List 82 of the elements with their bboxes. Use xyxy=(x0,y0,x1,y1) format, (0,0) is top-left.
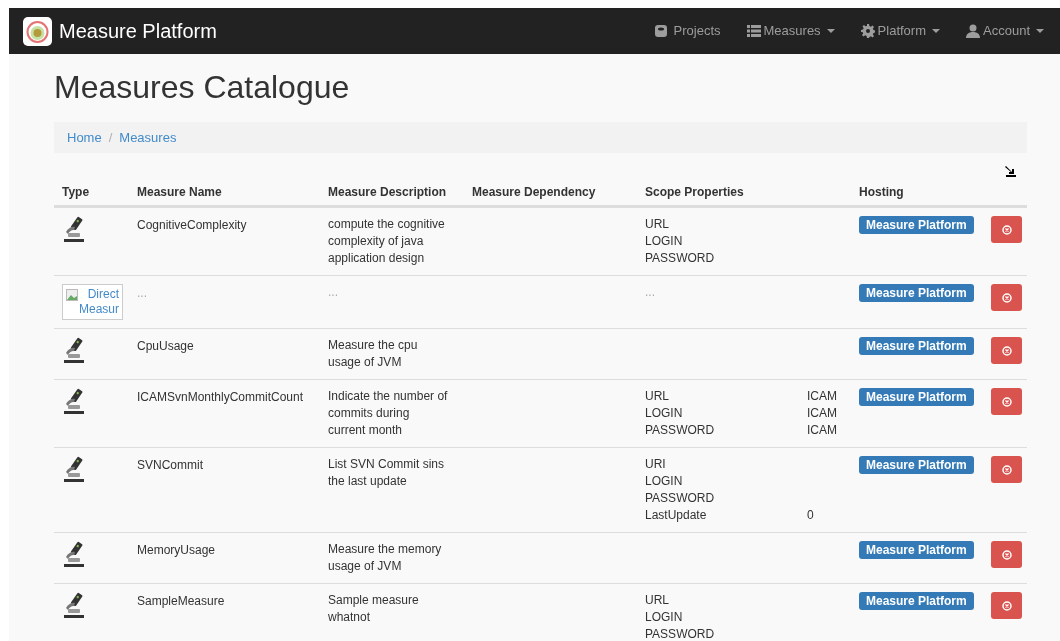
scope-property: PASSWORD xyxy=(645,250,716,267)
remove-icon xyxy=(1001,600,1012,611)
column-header: Hosting xyxy=(858,184,905,201)
scope-property: PASSWORD xyxy=(645,626,716,641)
column-header: Measure Dependency xyxy=(471,184,597,201)
remove-icon xyxy=(1001,292,1012,303)
measure-description: ... xyxy=(328,284,339,301)
microscope-icon xyxy=(62,592,86,620)
list-icon xyxy=(746,24,761,38)
measure-name: ... xyxy=(137,286,147,300)
measure-description: compute the cognitive complexity of java application design xyxy=(328,216,446,267)
remove-icon xyxy=(1001,396,1012,407)
nav-link[interactable]: Account xyxy=(966,21,1044,41)
measure-name: SampleMeasure xyxy=(137,594,225,608)
microscope-icon xyxy=(62,216,86,244)
microscope-icon xyxy=(62,541,86,569)
hosting-badge: Measure Platform xyxy=(859,216,974,234)
drive-icon xyxy=(653,24,668,38)
scope-property: LastUpdate xyxy=(645,507,708,524)
breadcrumb-separator: / xyxy=(108,128,113,147)
delete-button[interactable] xyxy=(991,388,1022,415)
measure-description: Measure the cpu usage of JVM xyxy=(328,337,419,371)
hosting-badge: Measure Platform xyxy=(859,592,974,610)
nav-link[interactable]: Measures xyxy=(746,21,835,41)
scope-value: ICAM xyxy=(807,388,837,405)
nav-link[interactable]: Projects xyxy=(653,21,721,41)
scope-property: URI xyxy=(645,456,667,473)
remove-icon xyxy=(1001,224,1012,235)
delete-button[interactable] xyxy=(991,592,1022,619)
microscope-icon xyxy=(62,456,86,484)
logo-icon[interactable] xyxy=(23,16,52,46)
measure-description: Measure the memory usage of JVM xyxy=(328,541,443,575)
download-icon[interactable] xyxy=(1005,165,1017,177)
gear-icon xyxy=(860,24,875,38)
hosting-badge: Measure Platform xyxy=(859,284,974,302)
scope-property: LOGIN xyxy=(645,405,684,422)
scope-property: PASSWORD xyxy=(645,490,716,507)
column-header: Measure Description xyxy=(327,184,448,201)
delete-button[interactable] xyxy=(991,456,1022,483)
scope-property: PASSWORD xyxy=(645,422,716,439)
microscope-icon xyxy=(62,388,86,416)
microscope-icon xyxy=(62,337,86,365)
scope-property: LOGIN xyxy=(645,473,684,490)
breadcrumb-link[interactable]: Home xyxy=(67,127,102,148)
page-title: Measures Catalogue xyxy=(54,68,351,106)
hosting-badge: Measure Platform xyxy=(859,337,974,355)
scope-property: URL xyxy=(645,216,670,233)
hosting-badge: Measure Platform xyxy=(859,541,974,559)
image-alt-text: Direct Measur xyxy=(79,287,119,317)
column-header: Measure Name xyxy=(136,184,223,201)
scope-value: 0 xyxy=(807,507,814,524)
measure-description: Sample measure whatnot xyxy=(328,592,420,626)
measure-description: List SVN Commit sins the last update xyxy=(328,456,446,490)
scope-property: URL xyxy=(645,592,670,609)
scope-property: LOGIN xyxy=(645,233,684,250)
nav-link[interactable]: Platform xyxy=(860,21,940,41)
breadcrumb-link[interactable]: Measures xyxy=(119,127,177,148)
brand-link[interactable]: Measure Platform xyxy=(59,16,217,46)
column-header: Type xyxy=(61,184,91,201)
remove-icon xyxy=(1001,549,1012,560)
measure-name: ICAMSvnMonthlyCommitCount xyxy=(137,390,304,404)
column-header: Scope Properties xyxy=(644,184,745,201)
measure-name: CognitiveComplexity xyxy=(137,218,247,232)
scope-value: ICAM xyxy=(807,422,837,439)
scope-property: LOGIN xyxy=(645,609,684,626)
measure-description: Indicate the number of commits during current month xyxy=(328,388,449,439)
measure-name: SVNCommit xyxy=(137,458,203,472)
hosting-badge: Measure Platform xyxy=(859,388,974,406)
delete-button[interactable] xyxy=(991,337,1022,364)
scope-value: ICAM xyxy=(807,405,837,422)
delete-button[interactable] xyxy=(991,541,1022,568)
user-icon xyxy=(966,24,980,38)
remove-icon xyxy=(1001,464,1012,475)
scope-property: ... xyxy=(645,284,656,301)
scope-property: URL xyxy=(645,388,670,405)
hosting-badge: Measure Platform xyxy=(859,456,974,474)
broken-image-icon xyxy=(66,289,78,301)
remove-icon xyxy=(1001,345,1012,356)
measure-name: CpuUsage xyxy=(137,339,194,353)
delete-button[interactable] xyxy=(991,284,1022,311)
delete-button[interactable] xyxy=(991,216,1022,243)
measure-name: MemoryUsage xyxy=(137,543,216,557)
